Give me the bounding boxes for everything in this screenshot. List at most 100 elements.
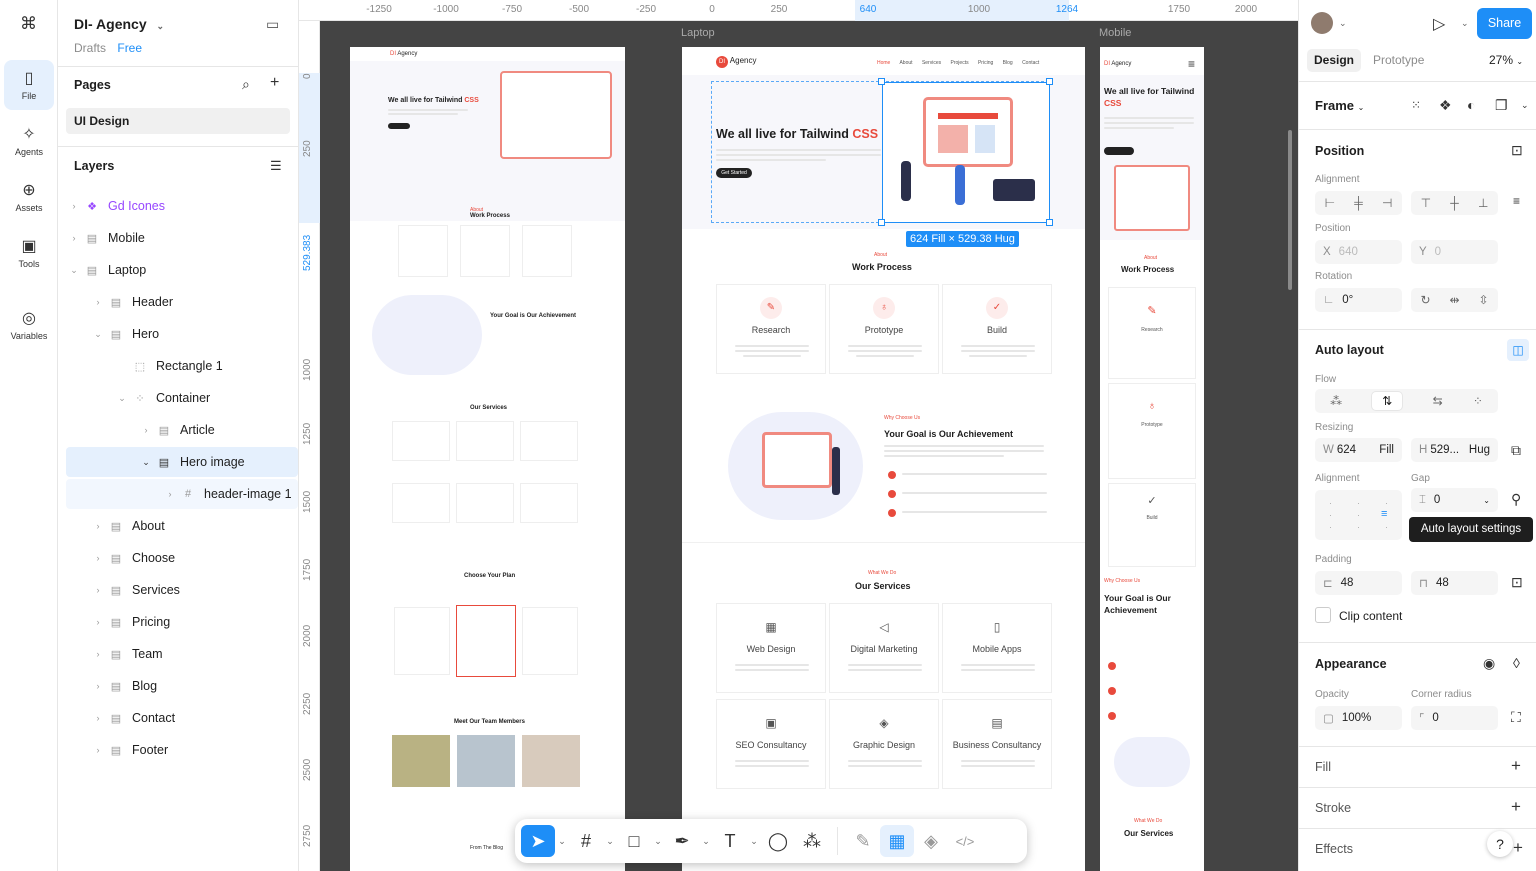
layer-contact[interactable]: › ▤ Contact bbox=[66, 703, 298, 733]
zoom-level[interactable]: 27% ⌄ bbox=[1489, 53, 1523, 67]
rail-file-button[interactable]: ▯ File bbox=[4, 60, 54, 110]
bottom-toolbar: ➤ ⌄ # ⌄ □ ⌄ ✒ ⌄ T ⌄ ◯ ⁂ ✎ ▦ ◈ </> bbox=[515, 819, 1027, 863]
dev-mode-button[interactable]: </> bbox=[948, 825, 982, 857]
eye-icon[interactable]: ◉ bbox=[1483, 655, 1495, 672]
flow-group[interactable]: ⁂ ⇅ ⇆ ⁘ bbox=[1315, 389, 1498, 413]
auto-layout-toggle-icon[interactable]: ◫ bbox=[1507, 339, 1529, 361]
layer-services[interactable]: › ▤ Services bbox=[66, 575, 298, 605]
chevron-down-icon[interactable]: ⌄ bbox=[555, 825, 569, 857]
layer-header-image-1[interactable]: › # header-image 1 bbox=[66, 479, 298, 509]
x-field[interactable]: X 640 bbox=[1315, 240, 1402, 264]
layer-gd-icones[interactable]: › ❖ Gd Icones bbox=[66, 191, 298, 221]
chevron-down-icon[interactable]: ⌄ bbox=[651, 825, 665, 857]
layers-list-icon[interactable]: ☰ bbox=[270, 158, 282, 174]
constraints-icon[interactable]: ⊡ bbox=[1511, 142, 1523, 159]
component-mode-button[interactable]: ◈ bbox=[914, 825, 948, 857]
layer-hero-image[interactable]: ⌄ ▤ Hero image bbox=[66, 447, 298, 477]
auto-layout-settings-icon[interactable]: ⚲ bbox=[1511, 491, 1521, 508]
drafts-link[interactable]: Drafts bbox=[74, 41, 106, 55]
frame-selector[interactable]: Frame ⌄ bbox=[1315, 98, 1364, 113]
sidebar-toggle-icon[interactable]: ▭ bbox=[266, 16, 279, 33]
layer-footer[interactable]: › ▤ Footer bbox=[66, 735, 298, 765]
share-button[interactable]: Share bbox=[1477, 8, 1532, 39]
corner-radius-field[interactable]: ⌜ 0 bbox=[1411, 706, 1498, 730]
chevron-down-icon[interactable]: ⌄ bbox=[699, 825, 713, 857]
independent-corners-icon[interactable]: ⛶ bbox=[1511, 709, 1521, 726]
layer-article[interactable]: › ▤ Article bbox=[66, 415, 298, 445]
file-name[interactable]: DI- Agency ⌄ bbox=[74, 16, 164, 32]
rail-agents-button[interactable]: ✧ Agents bbox=[4, 116, 54, 166]
frame-mobile[interactable]: DI Agency ≡ We all live for Tailwind CSS… bbox=[1100, 47, 1204, 871]
page-item-ui-design[interactable]: UI Design bbox=[66, 108, 290, 134]
padding-individual-icon[interactable]: ⊡ bbox=[1511, 574, 1523, 591]
chevron-down-icon[interactable]: ⌄ bbox=[603, 825, 617, 857]
gap-field[interactable]: ⌶ 0 ⌄ bbox=[1411, 488, 1498, 512]
layer-choose[interactable]: › ▤ Choose bbox=[66, 543, 298, 573]
layer-header[interactable]: › ▤ Header bbox=[66, 287, 298, 317]
layer-laptop[interactable]: ⌄ ▤ Laptop bbox=[66, 255, 298, 285]
add-effect-icon[interactable]: + bbox=[1513, 838, 1523, 858]
present-play-icon[interactable]: ▷ bbox=[1433, 14, 1445, 34]
layer-rectangle-1[interactable]: ⬚ Rectangle 1 bbox=[66, 351, 298, 381]
pen-tool-button[interactable]: ✒ bbox=[665, 825, 699, 857]
text-tool-button[interactable]: T bbox=[713, 825, 747, 857]
frame-tool-button[interactable]: # bbox=[569, 825, 603, 857]
chevron-down-icon[interactable]: ⌄ bbox=[1339, 18, 1347, 29]
chevron-down-icon[interactable]: ⌄ bbox=[747, 825, 761, 857]
frame-thumbnail[interactable]: DI Agency We all live for Tailwind CSS A… bbox=[350, 47, 625, 871]
hero-image-selection[interactable] bbox=[882, 82, 1050, 223]
figma-logo-icon[interactable]: ⌘ bbox=[20, 14, 37, 34]
canvas-scrollbar[interactable] bbox=[1288, 130, 1292, 290]
add-page-icon[interactable]: + bbox=[270, 74, 279, 92]
horizontal-align-group[interactable]: ⊢ ╪ ⊣ bbox=[1315, 191, 1402, 215]
layer-container[interactable]: ⌄ ⁘ Container bbox=[66, 383, 298, 413]
width-field[interactable]: W 624 Fill bbox=[1315, 438, 1402, 462]
component-icon[interactable]: ❖ bbox=[1439, 97, 1452, 114]
opacity-field[interactable]: ▢ 100% bbox=[1315, 706, 1402, 730]
chevron-down-icon[interactable]: ⌄ bbox=[1521, 100, 1529, 111]
rail-variables-button[interactable]: ◎ Variables bbox=[4, 300, 54, 350]
transform-group[interactable]: ↻ ⇹ ⇳ bbox=[1411, 288, 1498, 312]
tab-prototype[interactable]: Prototype bbox=[1373, 53, 1424, 67]
layer-hero[interactable]: ⌄ ▤ Hero bbox=[66, 319, 298, 349]
resize-options-icon[interactable]: ⧉ bbox=[1511, 442, 1521, 459]
frame-laptop[interactable]: DI Agency Home About Services Projects P… bbox=[682, 47, 1085, 871]
tab-design[interactable]: Design bbox=[1307, 49, 1361, 72]
alignment-grid[interactable]: ··· ·· ≡ ··· bbox=[1315, 490, 1402, 540]
shape-tool-button[interactable]: □ bbox=[617, 825, 651, 857]
frame-label-mobile[interactable]: Mobile bbox=[1099, 27, 1131, 39]
plan-badge[interactable]: Free bbox=[117, 41, 142, 55]
chevron-down-icon[interactable]: ⌄ bbox=[1461, 18, 1469, 29]
layer-about[interactable]: › ▤ About bbox=[66, 511, 298, 541]
design-mode-button[interactable]: ▦ bbox=[880, 825, 914, 857]
canvas[interactable]: -1250 -1000 -750 -500 -250 0 250 640 100… bbox=[299, 0, 1298, 871]
search-icon[interactable]: ⌕ bbox=[242, 76, 250, 93]
layer-pricing[interactable]: › ▤ Pricing bbox=[66, 607, 298, 637]
drop-icon[interactable]: ◊ bbox=[1513, 655, 1520, 671]
height-field[interactable]: H 529... Hug bbox=[1411, 438, 1498, 462]
boolean-icon[interactable]: ❐ bbox=[1495, 97, 1508, 114]
distribute-icon[interactable]: ≡ bbox=[1513, 194, 1520, 208]
y-field[interactable]: Y0 bbox=[1411, 240, 1498, 264]
rotation-field[interactable]: ∟ 0° bbox=[1315, 288, 1402, 312]
add-fill-icon[interactable]: + bbox=[1511, 756, 1521, 776]
avatar[interactable] bbox=[1311, 12, 1333, 34]
mask-icon[interactable]: ◐ bbox=[1467, 97, 1475, 113]
add-stroke-icon[interactable]: + bbox=[1511, 797, 1521, 817]
vertical-align-group[interactable]: ⊤ ┼ ⊥ bbox=[1411, 191, 1498, 215]
clip-content-checkbox[interactable] bbox=[1315, 607, 1331, 623]
grid-icon[interactable]: ⁙ bbox=[1411, 98, 1421, 112]
comment-tool-button[interactable]: ◯ bbox=[761, 825, 795, 857]
rail-tools-button[interactable]: ▣ Tools bbox=[4, 228, 54, 278]
frame-label-laptop[interactable]: Laptop bbox=[681, 27, 715, 39]
layer-mobile[interactable]: › ▤ Mobile bbox=[66, 223, 298, 253]
draw-mode-button[interactable]: ✎ bbox=[846, 825, 880, 857]
move-tool-button[interactable]: ➤ bbox=[521, 825, 555, 857]
rail-assets-button[interactable]: ⊕ Assets bbox=[4, 172, 54, 222]
actions-button[interactable]: ⁂ bbox=[795, 825, 829, 857]
layer-blog[interactable]: › ▤ Blog bbox=[66, 671, 298, 701]
padding-vertical-field[interactable]: ⊓ 48 bbox=[1411, 571, 1498, 595]
padding-horizontal-field[interactable]: ⊏ 48 bbox=[1315, 571, 1402, 595]
layer-team[interactable]: › ▤ Team bbox=[66, 639, 298, 669]
help-button[interactable]: ? bbox=[1487, 831, 1513, 857]
